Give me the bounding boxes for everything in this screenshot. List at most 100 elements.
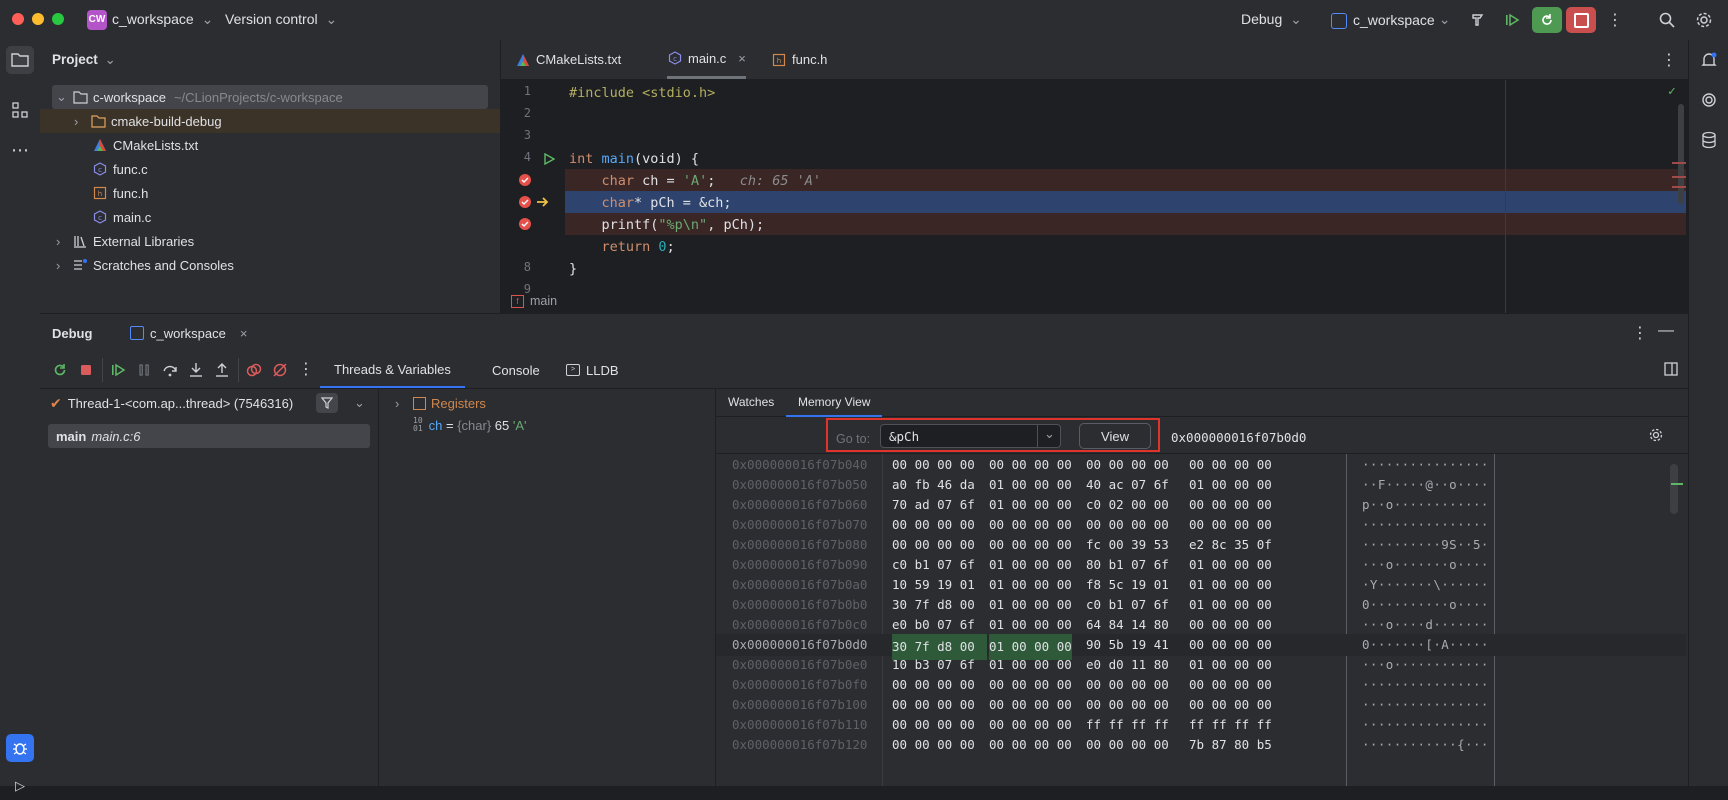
tab-cmakelists[interactable]: CMakeLists.txt — [515, 40, 621, 79]
tree-root-c-workspace[interactable]: ⌄ c-workspace ~/CLionProjects/c-workspac… — [52, 85, 488, 109]
hex-byte-group[interactable]: 00 00 00 00 — [1189, 674, 1272, 696]
tab-watches[interactable]: Watches — [728, 389, 774, 415]
hex-byte-group[interactable]: 01 00 00 00 — [1189, 594, 1272, 616]
hex-byte-group[interactable]: 00 00 00 00 — [892, 514, 975, 536]
hex-byte-group[interactable]: 01 00 00 00 — [989, 594, 1072, 616]
database-icon[interactable] — [1695, 126, 1723, 154]
stop-icon[interactable] — [78, 362, 94, 378]
hex-byte-group[interactable]: 00 00 00 00 — [1086, 514, 1169, 536]
terminal-icon[interactable]: ▷ — [6, 772, 34, 800]
hex-byte-group[interactable]: 00 00 00 00 — [989, 454, 1072, 476]
hex-byte-group[interactable]: c0 02 00 00 — [1086, 494, 1169, 516]
tab-lldb[interactable]: > LLDB — [558, 352, 627, 388]
close-icon[interactable]: × — [240, 326, 248, 341]
hex-byte-group[interactable]: 01 00 00 00 — [989, 654, 1072, 676]
hex-byte-group[interactable]: 00 00 00 00 — [1086, 454, 1169, 476]
variable-row-ch[interactable]: 10 01 ch = {char} 65 'A' — [413, 415, 527, 435]
hex-byte-group[interactable]: 10 59 19 01 — [892, 574, 975, 596]
hex-byte-group[interactable]: 00 00 00 00 — [1189, 454, 1272, 476]
hex-byte-group[interactable]: 00 00 00 00 — [1086, 694, 1169, 716]
settings-icon[interactable] — [1692, 8, 1716, 32]
hex-byte-group[interactable]: e2 8c 35 0f — [1189, 534, 1272, 556]
rerun-debug-icon[interactable] — [1532, 7, 1562, 33]
pause-icon[interactable] — [136, 362, 152, 378]
hex-byte-group[interactable]: 01 00 00 00 — [1189, 654, 1272, 676]
hex-row[interactable]: 0x000000016f07b090 c0 b1 07 6f 01 00 00 00… — [716, 554, 1686, 576]
tree-item-func-c[interactable]: c func.c — [40, 157, 500, 181]
hex-byte-group[interactable]: 70 ad 07 6f — [892, 494, 975, 516]
hex-byte-group[interactable]: 01 00 00 00 — [989, 494, 1072, 516]
hex-row[interactable]: 0x000000016f07b0e0 10 b3 07 6f 01 00 00 00… — [716, 654, 1686, 676]
search-icon[interactable] — [1655, 8, 1679, 32]
run-gutter-icon[interactable] — [543, 153, 555, 165]
hex-row[interactable]: 0x000000016f07b0f0 00 00 00 00 00 00 00 00… — [716, 674, 1686, 696]
hex-byte-group[interactable]: fc 00 39 53 — [1086, 534, 1169, 556]
tree-item-cmakelists[interactable]: CMakeLists.txt — [40, 133, 500, 157]
hex-byte-group[interactable]: 00 00 00 00 — [989, 674, 1072, 696]
editor-scrollbar[interactable] — [1678, 104, 1684, 204]
project-panel-header[interactable]: Project ⌄ — [52, 52, 116, 68]
hex-row[interactable]: 0x000000016f07b0b0 30 7f d8 00 01 00 00 00… — [716, 594, 1686, 616]
hex-byte-group[interactable]: 00 00 00 00 — [892, 454, 975, 476]
tree-item-main-c[interactable]: c main.c — [40, 205, 500, 229]
breakpoint-icon[interactable] — [518, 173, 532, 187]
no-problems-check-icon[interactable]: ✓ — [1668, 84, 1676, 99]
rerun-icon[interactable] — [52, 362, 68, 378]
hex-byte-group[interactable]: 00 00 00 00 — [989, 534, 1072, 556]
hex-byte-group[interactable]: 00 00 00 00 — [1189, 514, 1272, 536]
hex-byte-group[interactable]: 00 00 00 00 — [892, 734, 975, 756]
code-editor[interactable]: 1 2 3 4 8 9 #include <stdio.h> int main(… — [501, 80, 1688, 313]
hex-byte-group[interactable]: 7b 87 80 b5 — [1189, 734, 1272, 756]
close-icon[interactable]: × — [738, 51, 746, 66]
step-into-icon[interactable] — [188, 362, 204, 378]
zoom-window-button[interactable] — [52, 13, 64, 25]
minimize-panel-icon[interactable]: — — [1658, 322, 1674, 340]
hex-row[interactable]: 0x000000016f07b070 00 00 00 00 00 00 00 00… — [716, 514, 1686, 536]
tab-func-h[interactable]: h func.h — [771, 40, 827, 79]
vcs-menu[interactable]: Version control ⌄ — [225, 11, 337, 28]
breakpoint-icon[interactable] — [518, 195, 532, 209]
build-hammer-icon[interactable] — [1466, 8, 1490, 32]
hex-byte-group[interactable]: 00 00 00 00 — [1189, 614, 1272, 636]
debug-session-tab[interactable]: c_workspace × — [120, 314, 258, 354]
hex-byte-group[interactable]: 00 00 00 00 — [1189, 634, 1272, 656]
run-config-selector[interactable]: Debug ⌄ — [1241, 11, 1302, 28]
target-selector[interactable]: c_workspace ⌄ — [1331, 11, 1450, 29]
hex-byte-group[interactable]: 00 00 00 00 — [1086, 734, 1169, 756]
step-out-icon[interactable] — [214, 362, 230, 378]
tab-main-c[interactable]: c main.c × — [667, 40, 746, 79]
layout-settings-icon[interactable] — [1664, 362, 1678, 376]
hex-byte-group[interactable]: e0 b0 07 6f — [892, 614, 975, 636]
hex-byte-group[interactable]: c0 b1 07 6f — [892, 554, 975, 576]
minimize-window-button[interactable] — [32, 13, 44, 25]
hex-row[interactable]: 0x000000016f07b050 a0 fb 46 da 01 00 00 00… — [716, 474, 1686, 496]
hex-byte-group[interactable]: 01 00 00 00 — [989, 614, 1072, 636]
hex-byte-group[interactable]: ff ff ff ff — [1086, 714, 1169, 736]
hex-byte-group[interactable]: 00 00 00 00 — [989, 734, 1072, 756]
structure-icon[interactable] — [6, 96, 34, 124]
tree-item-func-h[interactable]: h func.h — [40, 181, 500, 205]
hex-grid[interactable]: 0x000000016f07b040 00 00 00 00 00 00 00 00… — [716, 454, 1688, 786]
tab-console[interactable]: Console — [480, 352, 552, 388]
more-vertical-icon[interactable]: ⋮ — [1661, 40, 1677, 79]
tab-memory-view[interactable]: Memory View — [786, 389, 883, 417]
hex-byte-group[interactable]: 01 00 00 00 — [1189, 554, 1272, 576]
debug-bug-icon[interactable] — [6, 734, 34, 762]
hex-byte-group[interactable]: 01 00 00 00 — [989, 474, 1072, 496]
hex-row[interactable]: 0x000000016f07b100 00 00 00 00 00 00 00 00… — [716, 694, 1686, 716]
hex-byte-group[interactable]: 00 00 00 00 — [1189, 694, 1272, 716]
hex-row-current[interactable]: 0x000000016f07b0d0 30 7f d8 00 01 00 00 00… — [716, 634, 1686, 660]
hex-byte-group[interactable]: 10 b3 07 6f — [892, 654, 975, 676]
hex-byte-group[interactable]: 00 00 00 00 — [1189, 494, 1272, 516]
chevron-down-icon[interactable]: ⌄ — [354, 395, 365, 411]
hex-byte-group[interactable]: 00 00 00 00 — [892, 534, 975, 556]
hex-byte-group[interactable]: 64 84 14 80 — [1086, 614, 1169, 636]
hex-byte-group[interactable]: 40 ac 07 6f — [1086, 474, 1169, 496]
close-window-button[interactable] — [12, 13, 24, 25]
hex-byte-group[interactable]: 01 00 00 00 — [989, 574, 1072, 596]
notifications-bell-icon[interactable] — [1695, 46, 1723, 74]
hex-row[interactable]: 0x000000016f07b040 00 00 00 00 00 00 00 00… — [716, 454, 1686, 476]
hex-byte-group[interactable]: 00 00 00 00 — [989, 514, 1072, 536]
hex-byte-group[interactable]: 01 00 00 00 — [1189, 474, 1272, 496]
hex-byte-group[interactable]: 80 b1 07 6f — [1086, 554, 1169, 576]
